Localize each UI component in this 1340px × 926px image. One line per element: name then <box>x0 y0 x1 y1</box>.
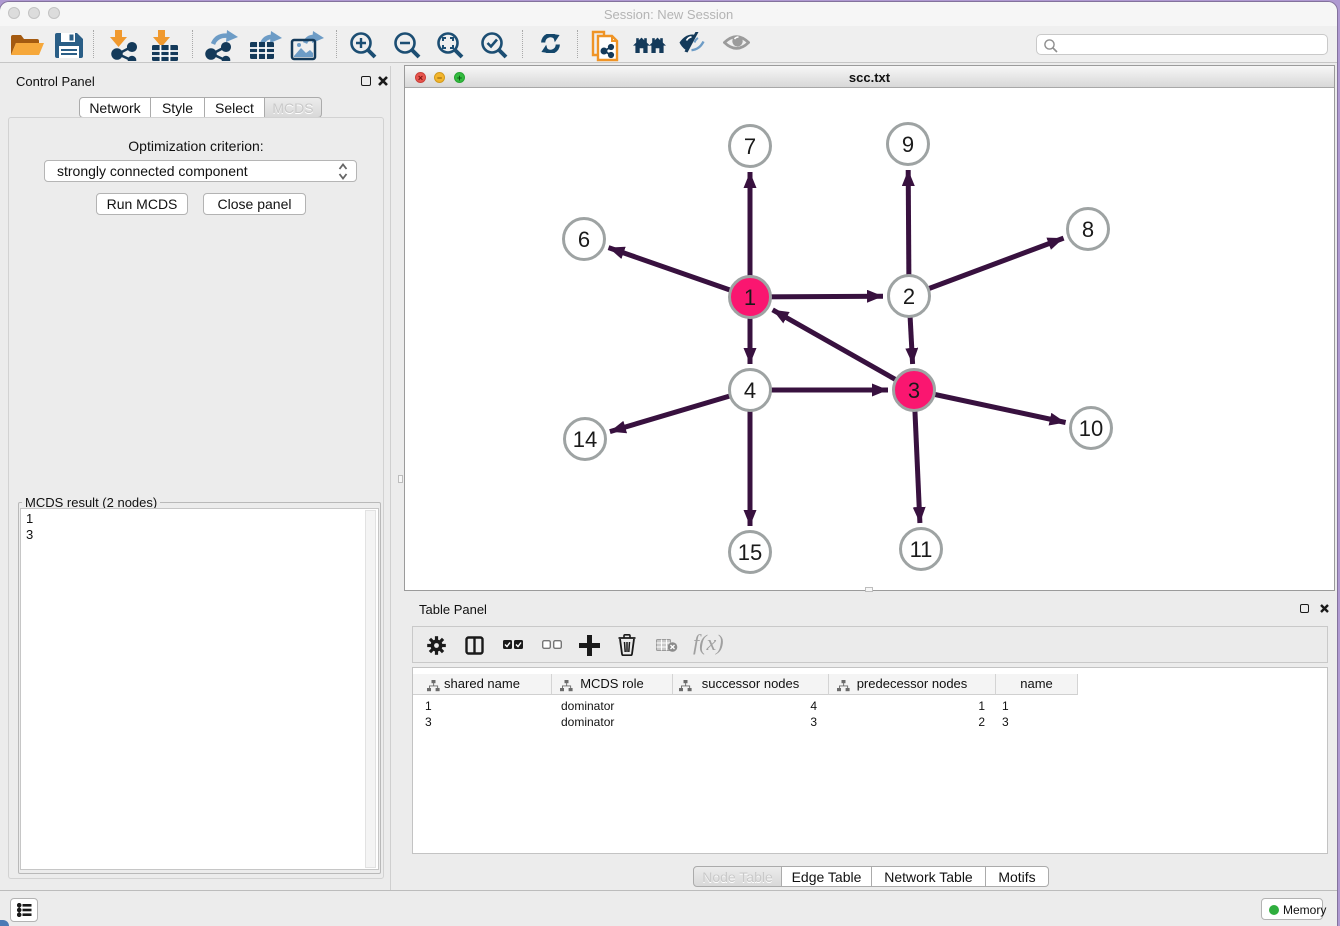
svg-text:11: 11 <box>910 537 933 562</box>
svg-text:9: 9 <box>902 132 914 157</box>
svg-text:10: 10 <box>1079 416 1103 441</box>
svg-text:6: 6 <box>578 227 590 252</box>
svg-text:1: 1 <box>744 285 756 310</box>
svg-text:14: 14 <box>573 427 597 452</box>
svg-text:15: 15 <box>738 540 762 565</box>
svg-text:4: 4 <box>744 378 756 403</box>
svg-text:2: 2 <box>903 284 915 309</box>
svg-text:8: 8 <box>1082 217 1094 242</box>
svg-text:3: 3 <box>908 378 920 403</box>
svg-text:7: 7 <box>744 134 756 159</box>
